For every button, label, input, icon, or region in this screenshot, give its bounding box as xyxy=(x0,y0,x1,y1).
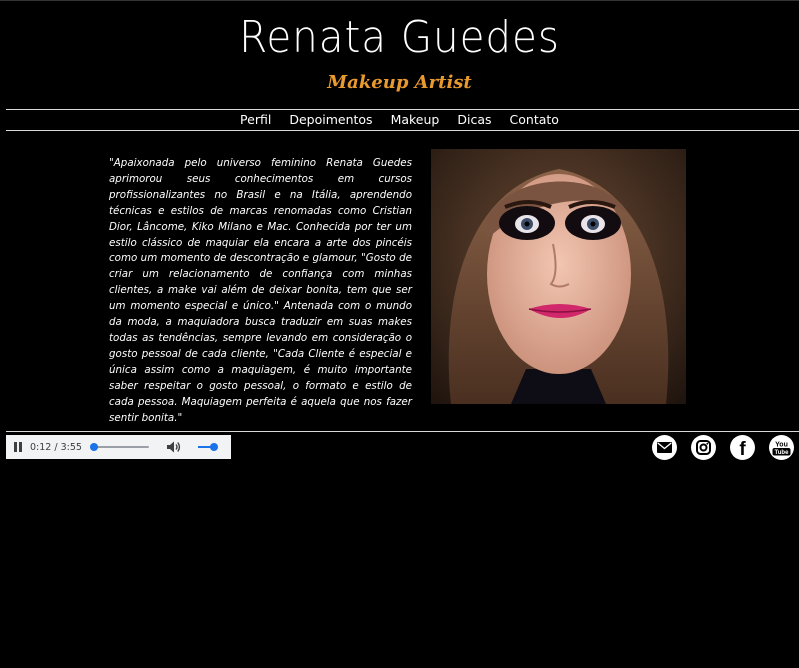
volume-icon[interactable] xyxy=(166,440,182,454)
seek-slider[interactable] xyxy=(89,440,149,454)
seek-handle[interactable] xyxy=(89,443,98,451)
youtube-link[interactable]: You Tube xyxy=(769,435,794,460)
email-link[interactable] xyxy=(652,435,677,460)
youtube-icon: You Tube xyxy=(772,441,791,456)
instagram-link[interactable] xyxy=(691,435,716,460)
nav-item-depoimentos[interactable]: Depoimentos xyxy=(280,111,381,129)
site-title: Renata Guedes xyxy=(239,12,560,63)
seek-track xyxy=(90,446,149,448)
nav-item-perfil[interactable]: Perfil xyxy=(231,111,280,129)
volume-handle[interactable] xyxy=(210,443,219,451)
svg-text:Tube: Tube xyxy=(775,450,790,456)
footer-divider xyxy=(6,431,799,432)
volume-slider[interactable] xyxy=(197,440,219,454)
nav-item-makeup[interactable]: Makeup xyxy=(382,111,449,129)
player-time: 0:12 / 3:55 xyxy=(30,441,82,453)
nav-item-dicas[interactable]: Dicas xyxy=(448,111,500,129)
audio-player: 0:12 / 3:55 xyxy=(6,435,231,459)
facebook-link[interactable]: f xyxy=(730,435,755,460)
portrait-photo xyxy=(431,149,686,404)
nav-item-contato[interactable]: Contato xyxy=(501,111,568,129)
email-icon xyxy=(657,442,672,453)
top-border xyxy=(0,0,799,1)
nav-top-divider xyxy=(6,109,799,110)
instagram-icon xyxy=(696,440,711,455)
pause-button[interactable] xyxy=(13,442,23,452)
svg-text:You: You xyxy=(775,441,788,448)
site-subtitle: Makeup Artist xyxy=(327,72,472,93)
facebook-icon: f xyxy=(739,438,746,460)
main-nav: Perfil Depoimentos Makeup Dicas Contato xyxy=(0,111,799,129)
bio-text: "Apaixonada pelo universo feminino Renat… xyxy=(109,157,412,424)
nav-bottom-divider xyxy=(6,130,799,131)
